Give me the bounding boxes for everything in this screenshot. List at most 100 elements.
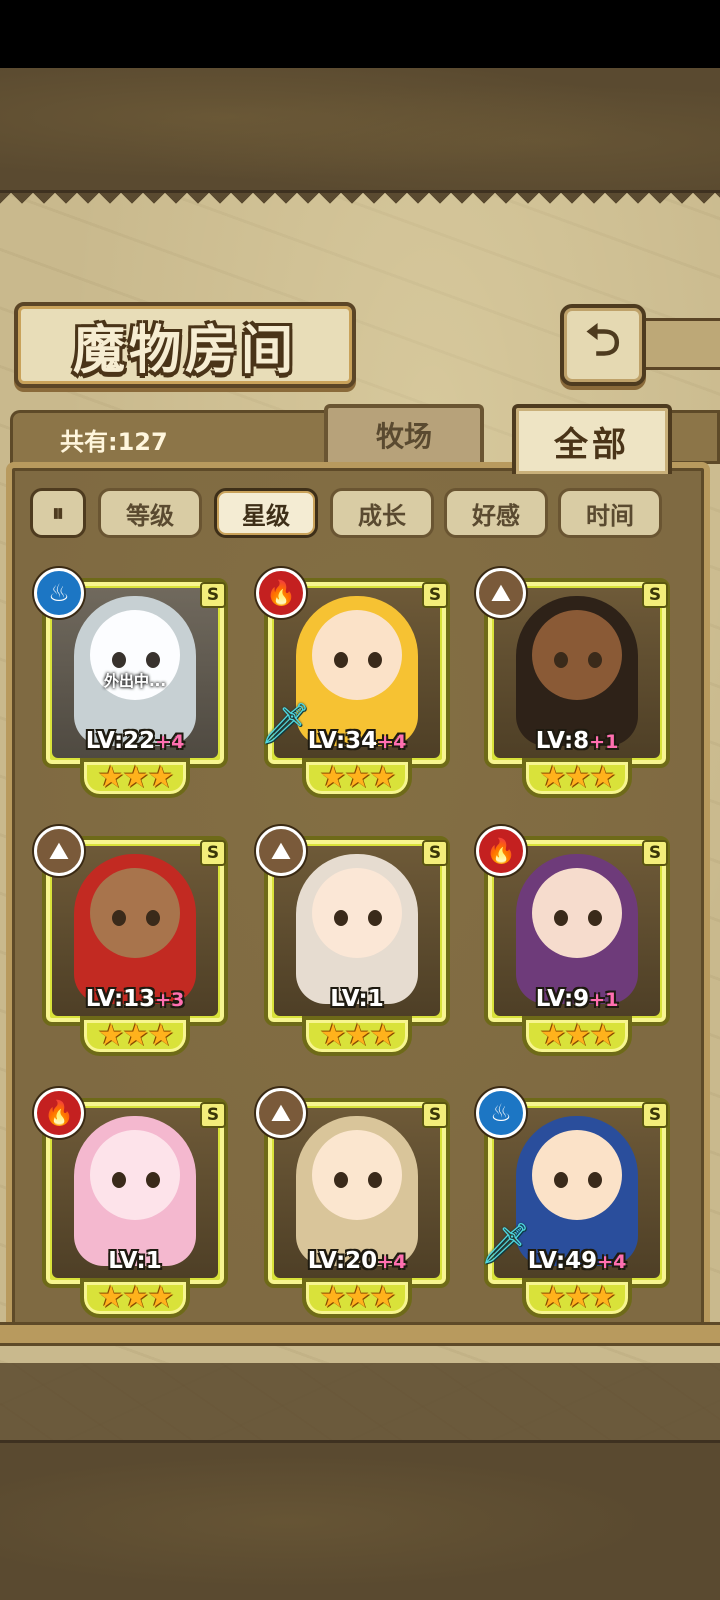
monster-card[interactable]: S ⛰ LV:1 ★★★ [256,826,456,1062]
star-rating: ★★★ [522,1016,632,1056]
sort-bar: ⏸ 等级 星级 成长 好感 时间 [30,488,690,538]
water-element-icon: ♨ [476,1088,526,1138]
portrait-eye [334,652,348,668]
element-glyph: ⛰ [48,837,70,865]
monster-count: 共有:127 [60,428,168,456]
monster-card[interactable]: S 🔥 🗡 LV:34+4 ★★★ [256,568,456,804]
portrait-face [312,868,402,958]
level-label: LV:1 [274,986,440,1012]
star-rating: ★★★ [302,1278,412,1318]
grade-badge: S [200,582,226,608]
stars: ★★★ [319,760,397,795]
level-plus: +1 [589,731,619,753]
element-glyph: ⛰ [490,579,512,607]
portrait-face [532,1130,622,1220]
element-glyph: ♨ [48,579,70,607]
portrait-eye [112,652,126,668]
monster-card[interactable]: S 🔥 LV:9+1 ★★★ [476,826,676,1062]
element-glyph: 🔥 [486,837,516,865]
portrait-eye [146,1172,160,1188]
level-value: LV:1 [330,986,384,1012]
portrait-eye [588,652,602,668]
portrait-face [312,1130,402,1220]
tab-rail [672,410,720,464]
zigzag-edge [0,193,720,215]
grade-badge: S [422,840,448,866]
back-arrow-icon: ⮌ [585,314,621,366]
sort-affection-button[interactable]: 好感 [444,488,548,538]
sort-order-toggle[interactable]: ⏸ [30,488,86,538]
grade-badge: S [642,1102,668,1128]
portrait-eye [368,1172,382,1188]
portrait-face [90,868,180,958]
level-plus: +4 [597,1251,627,1273]
back-button[interactable]: ⮌ [560,304,646,386]
monster-card[interactable]: S 🔥 LV:1 ★★★ [34,1088,234,1324]
stars: ★★★ [97,760,175,795]
grade-badge: S [642,582,668,608]
tab-farm-label: 牧场 [375,420,432,453]
star-rating: ★★★ [80,758,190,798]
level-value: LV:1 [108,1248,162,1274]
element-glyph: ♨ [490,1099,512,1127]
sort-level-button[interactable]: 等级 [98,488,202,538]
level-label: LV:1 [52,1248,218,1274]
level-label: LV:49+4 [494,1248,660,1274]
page-title: 魔物房间 [72,319,297,381]
earth-element-icon: ⛰ [34,826,84,876]
portrait-face [532,610,622,700]
portrait-eye [146,910,160,926]
sort-time-button[interactable]: 时间 [558,488,662,538]
level-plus: +4 [377,731,407,753]
monster-card[interactable]: S ⛰ LV:8+1 ★★★ [476,568,676,804]
portrait-face [312,610,402,700]
level-plus: +3 [155,989,185,1011]
level-label: LV:20+4 [274,1248,440,1274]
fire-element-icon: 🔥 [476,826,526,876]
element-glyph: 🔥 [44,1099,74,1127]
stars: ★★★ [97,1280,175,1315]
level-value: LV:34 [307,728,378,754]
grade-badge: S [200,840,226,866]
portrait-eye [112,910,126,926]
level-label: LV:22+4 [52,728,218,754]
stars: ★★★ [539,1018,617,1053]
stars: ★★★ [319,1018,397,1053]
portrait-eye [554,1172,568,1188]
tab-farm[interactable]: 牧场 [324,404,484,462]
star-rating: ★★★ [522,1278,632,1318]
level-value: LV:8 [535,728,590,754]
monster-card[interactable]: S ⛰ LV:20+4 ★★★ [256,1088,456,1324]
monster-card[interactable]: S ♨ 🗡 LV:49+4 ★★★ [476,1088,676,1324]
portrait-eye [112,1172,126,1188]
status-bar [0,0,720,68]
element-glyph: 🔥 [266,579,296,607]
tab-all[interactable]: 全部 [512,404,672,474]
monster-card[interactable]: 外出中... S ♨ LV:22+4 ★★★ [34,568,234,804]
level-plus: +4 [155,731,185,753]
level-value: LV:13 [85,986,156,1012]
level-plus: +4 [377,1251,407,1273]
top-map-strip [0,68,720,193]
sort-growth-button[interactable]: 成长 [330,488,434,538]
level-label: LV:9+1 [494,986,660,1012]
monster-card[interactable]: S ⛰ LV:13+3 ★★★ [34,826,234,1062]
water-element-icon: ♨ [34,568,84,618]
level-value: LV:22 [85,728,156,754]
level-label: LV:34+4 [274,728,440,754]
fire-element-icon: 🔥 [34,1088,84,1138]
level-label: LV:8+1 [494,728,660,754]
level-value: LV:20 [307,1248,378,1274]
earth-element-icon: ⛰ [256,1088,306,1138]
fire-element-icon: 🔥 [256,568,306,618]
stars: ★★★ [319,1280,397,1315]
star-rating: ★★★ [522,758,632,798]
sort-star-button[interactable]: 星级 [214,488,318,538]
portrait-eye [588,910,602,926]
grade-badge: S [642,840,668,866]
stars: ★★★ [539,760,617,795]
tab-all-label: 全部 [554,424,630,465]
stars: ★★★ [539,1280,617,1315]
grade-badge: S [422,582,448,608]
star-rating: ★★★ [302,758,412,798]
